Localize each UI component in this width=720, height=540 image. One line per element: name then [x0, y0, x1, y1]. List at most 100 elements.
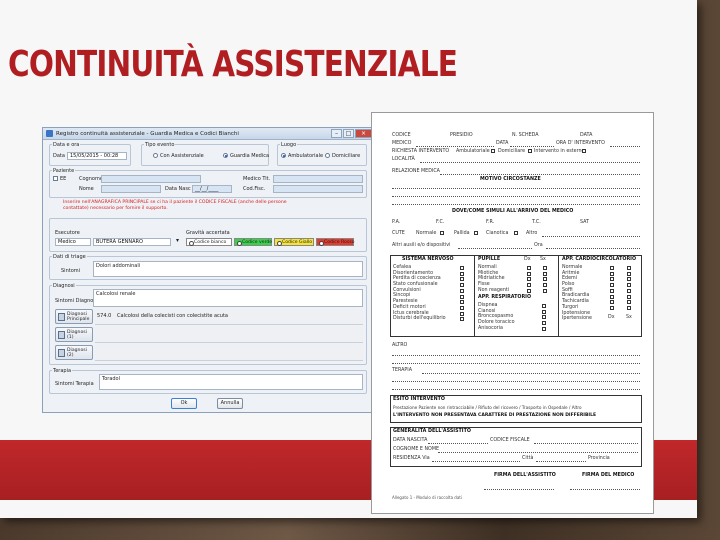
form-checkbox [610, 288, 614, 293]
codice-bianco-option[interactable]: Codice bianco [186, 238, 232, 246]
form-checkbox [460, 311, 464, 316]
form-signature-line [570, 489, 640, 490]
terapia-textarea[interactable]: Toradol [99, 374, 363, 390]
form-header-codice: CODICE [392, 133, 411, 138]
form-richiesta-opt3: Intervento in esterno [534, 149, 585, 154]
minimize-button[interactable]: – [331, 129, 342, 138]
radio-guardia-medica[interactable] [223, 153, 228, 158]
form-checkbox [610, 305, 614, 310]
cardio-sx: Sx [626, 315, 632, 320]
diagnosi-icon [58, 331, 65, 339]
codfisc-input[interactable] [273, 185, 363, 193]
form-header-presidio: PRESIDIO [450, 133, 473, 138]
data-ora-input[interactable]: 15/05/2015 - 00:28 [67, 152, 127, 160]
form-checkbox [542, 321, 546, 326]
data-label: Data [53, 153, 65, 159]
form-checkbox [627, 288, 631, 293]
form-line [392, 381, 640, 382]
app-window: Registro continuità assistenziale - Guar… [42, 127, 373, 413]
form-checkbox [610, 283, 614, 288]
paziente-label: Paziente [52, 168, 76, 174]
medico-tit-input[interactable] [273, 175, 363, 183]
sintomi-diagnosi-textarea[interactable]: Calcolosi renale [93, 289, 363, 307]
sintomi-label: Sintomi [61, 268, 81, 274]
form-checkbox [610, 294, 614, 299]
form-motivo-label: MOTIVO CIRCOSTANZE [480, 177, 541, 182]
form-medico-label: MEDICO [392, 141, 412, 146]
diagnosi-icon [58, 349, 65, 357]
window-titlebar: Registro continuità assistenziale - Guar… [43, 128, 372, 140]
form-header-data: DATA [580, 133, 593, 138]
form-checkbox [527, 288, 531, 293]
form-line [392, 196, 640, 197]
form-line [392, 204, 640, 205]
form-esito-bold: L'INTERVENTO NON PRESENTAVA CARATTERE DI… [393, 413, 597, 418]
form-generalita-title: GENERALITÀ DELL'ASSISTITO [393, 429, 471, 434]
radio-con-assistenziale[interactable] [153, 153, 158, 158]
form-checkbox [460, 300, 464, 305]
data-nasc-input[interactable]: __/__/____ [192, 185, 232, 193]
esecutore-role[interactable]: Medico [55, 238, 91, 246]
sistema-nervoso-title: SISTEMA NERVOSO [402, 257, 454, 262]
form-line [392, 355, 640, 356]
cognome-label: Cognome [79, 176, 103, 182]
form-checkbox [542, 326, 546, 331]
form-param-sat: SAT [580, 220, 589, 225]
data-nasc-label: Data Nasc [165, 186, 191, 192]
diagnosi-icon [58, 313, 65, 321]
form-residenza: RESIDENZA Via [393, 456, 430, 461]
diagnosi-1-button[interactable]: Diagnosi (1) [55, 327, 93, 342]
pupille-title: PUPILLE [478, 257, 501, 262]
form-checkbox [542, 315, 546, 320]
maximize-button[interactable]: □ [343, 129, 354, 138]
form-signature-line [484, 489, 554, 490]
nome-input[interactable] [101, 185, 161, 193]
form-ora-label: ORA D' INTERVENTO [556, 141, 605, 146]
ok-button[interactable]: Ok [171, 398, 197, 409]
form-param-pa: P.A. [392, 220, 401, 225]
esecutore-dropdown-icon[interactable]: ▾ [176, 238, 179, 244]
diagnosi-2-button[interactable]: Diagnosi (2) [55, 345, 93, 360]
sintomi-terapia-label: Sintomi Terapia [55, 381, 94, 387]
form-richiesta-opt1: Ambulatoriale [456, 149, 490, 154]
form-checkbox [527, 266, 531, 270]
slide-title: CONTINUITÀ ASSISTENZIALE [8, 44, 458, 85]
form-data-line [510, 146, 554, 147]
option-domiciliare: Domiciliare [332, 153, 361, 159]
form-checkbox [543, 288, 547, 293]
form-checkbox [627, 271, 631, 276]
form-checkbox [543, 277, 547, 282]
cardio-title: APP. CARDIOCIRCOLATORIO [562, 257, 637, 262]
form-divider [558, 255, 559, 337]
diagnosi-code: 574.0 [97, 313, 112, 319]
slide: CONTINUITÀ ASSISTENZIALE Registro contin… [0, 0, 697, 518]
diagnosi-principale-button[interactable]: Diagnosi Principale [55, 309, 93, 324]
form-checkbox [543, 283, 547, 288]
form-line [422, 373, 640, 374]
close-button[interactable]: × [355, 129, 372, 138]
form-esito-line: Prestazione Paziente non rintracciabile … [393, 405, 582, 410]
triage-label: Dati di triage [52, 254, 87, 260]
form-checkbox [627, 266, 631, 270]
codice-rosso-option[interactable]: Codice Rosso [316, 238, 354, 246]
form-checkbox [440, 231, 444, 235]
codice-verde-option[interactable]: Codice verde [234, 238, 272, 246]
form-param-fc: F.C. [436, 220, 445, 225]
radio-domiciliare[interactable] [325, 153, 330, 158]
form-esito-title: ESITO INTERVENTO [393, 397, 445, 402]
sistema-nervoso-list: Cefalea Disorientamento Perdita di cosci… [393, 265, 446, 322]
cognome-input[interactable] [101, 175, 201, 183]
ee-label: EE [60, 176, 67, 182]
option-guardia-medica: Guardia Medica [230, 153, 270, 159]
radio-ambulatoriale[interactable] [281, 153, 286, 158]
esecutore-name[interactable]: BUTERA GENNARO [93, 238, 171, 246]
sintomi-textarea[interactable]: Dolori addominali [93, 261, 363, 277]
warning-message: Inserire nell'ANAGRAFICA PRINCIPALE se c… [63, 200, 287, 211]
ee-checkbox[interactable] [53, 176, 58, 181]
codice-giallo-option[interactable]: Codice Giallo [274, 238, 314, 246]
form-firma-medico: FIRMA DEL MEDICO [582, 473, 635, 478]
form-ora-label-2: Ora [534, 243, 543, 248]
annulla-button[interactable]: Annulla [217, 398, 243, 409]
form-line [428, 443, 488, 444]
form-checkbox [542, 304, 546, 308]
